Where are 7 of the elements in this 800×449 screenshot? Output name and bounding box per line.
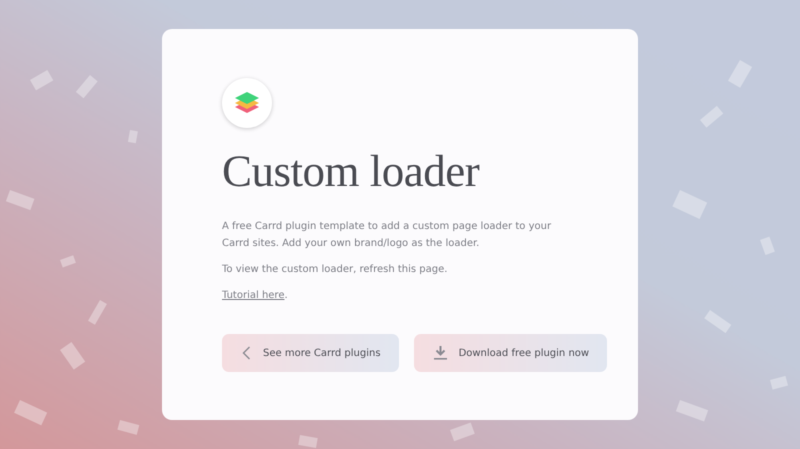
description-text: A free Carrd plugin template to add a custom page loader to your Carrd sites. Add your own brand/logo as the loader. [222, 220, 552, 251]
download-button[interactable]: Download free plugin now [414, 334, 608, 372]
description-text: To view the custom loader, refresh this page. [222, 263, 448, 277]
page-title: Custom loader [222, 146, 480, 196]
tutorial-line: Tutorial here. [222, 289, 289, 303]
plugins-button[interactable]: See more Carrd plugins [222, 334, 399, 372]
tutorial-link[interactable]: Tutorial here [222, 290, 284, 301]
